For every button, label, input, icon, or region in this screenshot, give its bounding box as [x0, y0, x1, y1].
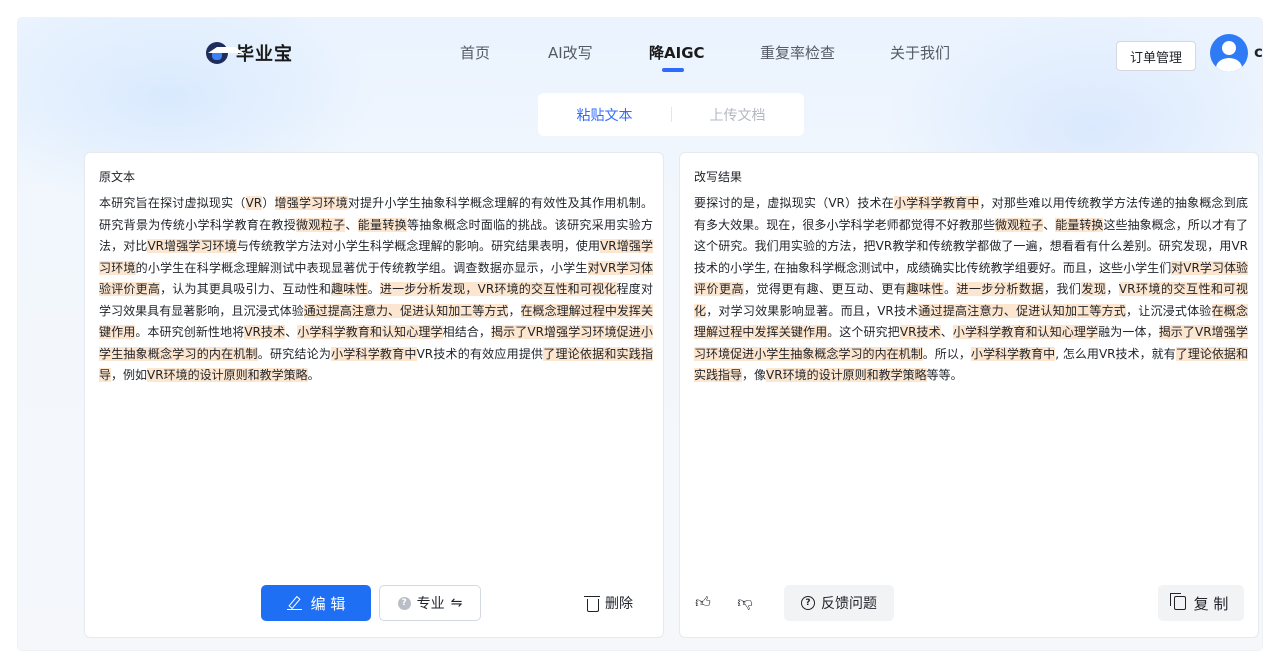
text-segment: 、: [940, 325, 953, 339]
highlighted-phrase: 通过提高注意力、促进认知加工等方式: [918, 303, 1127, 318]
copy-button[interactable]: 复 制: [1158, 585, 1244, 621]
text-segment: 相结合，: [442, 325, 492, 339]
text-segment: VR技术的有效应用提供: [416, 346, 544, 361]
nav-plagiarism-check[interactable]: 重复率检查: [760, 42, 835, 63]
highlighted-phrase: 小学科学教育和认知心理学: [952, 325, 1099, 339]
highlighted-phrase: VR技术: [244, 325, 286, 339]
pencil-icon: [286, 596, 303, 610]
rewrite-result-title: 改写结果: [694, 170, 743, 184]
delete-button[interactable]: 删除: [584, 591, 633, 615]
original-text-panel: 原文本 本研究旨在探讨虚拟现实（VR）增强学习环境对提升小学生抽象科学概念理解的…: [84, 152, 664, 638]
app-window: 毕业宝 首页 AI改写 降AIGC 重复率检查 关于我们 订单管理 c 粘贴文本…: [18, 18, 1262, 650]
nav-about[interactable]: 关于我们: [890, 42, 950, 63]
text-segment: ，觉得更有趣、更互动、更有: [743, 282, 907, 296]
highlighted-phrase: 趣味性: [906, 282, 944, 296]
highlighted-phrase: 能量转换: [357, 217, 407, 232]
text-segment: 、: [345, 217, 358, 232]
highlighted-phrase: 进一步分析数据: [956, 282, 1044, 296]
text-segment: 。研究结论为: [257, 346, 332, 361]
highlighted-phrase: VR: [245, 196, 263, 210]
nav-reduce-aigc[interactable]: 降AIGC: [649, 42, 705, 63]
text-segment: 、: [1043, 217, 1056, 232]
text-segment: 本研究旨在探讨虚拟现实（: [99, 196, 246, 210]
rewrite-result-content: 要探讨的是，虚拟现实（VR）技术在小学科学教育中，对那些难以用传统教学方法传递的…: [694, 193, 1248, 387]
highlighted-phrase: 微观粒子: [296, 217, 346, 232]
highlighted-phrase: VR环境的设计原则和教学策略: [766, 368, 927, 382]
text-segment: 。本研究创新性地将: [135, 325, 245, 339]
text-segment: ，: [1106, 282, 1119, 296]
brand-logo[interactable]: 毕业宝: [206, 40, 293, 66]
edit-button-label: 编 辑: [310, 594, 346, 613]
highlighted-phrase: 小学科学教育中: [970, 346, 1056, 361]
highlighted-phrase: 小学科学教育和认知心理学: [297, 325, 443, 339]
text-segment: 。: [943, 282, 957, 296]
trash-icon: [584, 595, 600, 612]
edit-button[interactable]: 编 辑: [261, 585, 371, 621]
active-nav-indicator: [662, 68, 684, 72]
text-segment: 。: [367, 282, 380, 296]
user-name[interactable]: c: [1254, 43, 1262, 61]
text-segment: 的小学生在科学概念理解测试中表现显著优于传统教学组。调查数据亦显示，小学生: [135, 260, 588, 275]
text-segment: ，认为其更具吸引力、互动性和: [160, 282, 332, 296]
nav-home[interactable]: 首页: [460, 42, 490, 63]
thumbs-up-icon[interactable]: 👍︎: [694, 593, 712, 611]
highlighted-phrase: VR技术: [899, 325, 941, 339]
text-segment: ，: [508, 303, 521, 318]
graduation-cap-icon: [206, 42, 244, 64]
highlighted-phrase: 小学科学教育中: [893, 196, 980, 210]
text-segment: 。: [307, 368, 320, 382]
tab-divider: [671, 107, 672, 122]
text-segment: ，例如: [111, 368, 148, 382]
highlighted-phrase: 发现: [1081, 282, 1107, 296]
help-icon: ?: [397, 596, 411, 610]
brand-name: 毕业宝: [236, 44, 293, 65]
tab-paste-text[interactable]: 粘贴文本: [538, 105, 671, 125]
highlighted-phrase: 能量转换: [1055, 217, 1104, 232]
text-segment: ，我们: [1043, 282, 1082, 296]
highlighted-phrase: 趣味性: [331, 282, 368, 296]
delete-button-label: 删除: [605, 596, 633, 612]
question-circle-icon: ?: [801, 596, 815, 610]
highlighted-phrase: VR环境的设计原则和教学策略: [147, 368, 308, 382]
text-segment: ，让沉浸式体验: [1126, 303, 1212, 318]
text-segment: 与传统教学方法对小学生科学概念理解的影响。研究结果表明，使用: [236, 239, 601, 253]
nav-ai-rewrite[interactable]: AI改写: [548, 42, 593, 63]
text-segment: 要探讨的是，虚拟现实（VR）技术在: [694, 196, 894, 210]
highlighted-phrase: 小学科学教育中: [331, 346, 417, 361]
text-segment: , 怎么用VR技术，就有: [1055, 346, 1176, 361]
highlighted-phrase: VR增强学习环境: [147, 239, 237, 253]
text-segment: 等等。: [926, 368, 963, 382]
feedback-button-label: 反馈问题: [821, 596, 877, 612]
text-segment: 。所以，: [922, 346, 971, 361]
highlighted-phrase: 通过提高注意力、促进认知加工等方式: [303, 303, 509, 318]
text-segment: 融为一体，: [1098, 325, 1159, 339]
highlighted-phrase: 进一步分析发现，VR环境的交互性和可视化: [379, 282, 617, 296]
rewrite-result-panel: 改写结果 要探讨的是，虚拟现实（VR）技术在小学科学教育中，对那些难以用传统教学…: [679, 152, 1259, 638]
mode-label: 专业: [416, 596, 445, 612]
mode-select-button[interactable]: ? 专业 ⇋: [379, 585, 481, 621]
original-text-title: 原文本: [99, 170, 136, 184]
thumbs-down-icon[interactable]: 👎︎: [736, 593, 754, 611]
input-mode-tabs: 粘贴文本 上传文档: [538, 93, 804, 136]
text-segment: ，像: [742, 368, 767, 382]
text-segment: ，对学习效果影响显著。而且，VR技术: [706, 303, 919, 318]
text-segment: ）: [262, 196, 275, 210]
highlighted-phrase: 微观粒子: [995, 217, 1044, 232]
text-segment: 。这个研究把: [827, 325, 900, 339]
swap-icon: ⇋: [450, 595, 463, 611]
tab-upload-document[interactable]: 上传文档: [671, 105, 804, 125]
feedback-button[interactable]: ? 反馈问题: [784, 585, 894, 621]
original-text-content[interactable]: 本研究旨在探讨虚拟现实（VR）增强学习环境对提升小学生抽象科学概念理解的有效性及…: [99, 193, 653, 387]
copy-icon: [1169, 593, 1186, 610]
copy-button-label: 复 制: [1193, 594, 1229, 613]
user-avatar[interactable]: [1210, 34, 1248, 72]
highlighted-phrase: 增强学习环境: [274, 196, 348, 210]
text-segment: 、: [285, 325, 298, 339]
order-management-button[interactable]: 订单管理: [1116, 41, 1196, 71]
